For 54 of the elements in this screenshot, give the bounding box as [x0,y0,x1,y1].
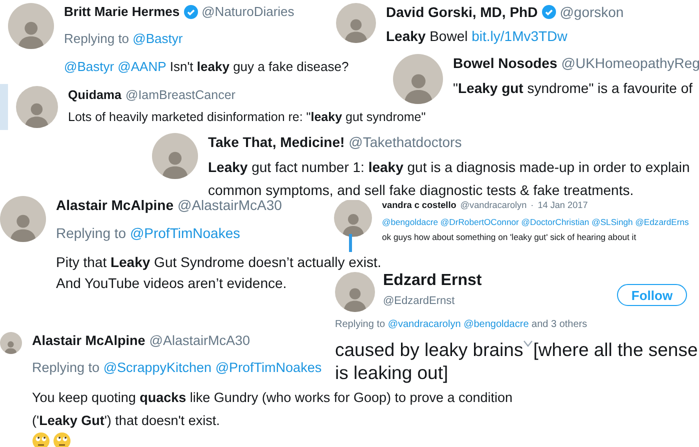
tweet-text: caused by leaky brains [where all the sense [335,338,698,361]
tweet-text: common symptoms, and sell fake diagnostic tests & fake treatments. [208,181,634,200]
mention-link[interactable]: @bengoldacre @DrRobertOConnor @DoctorChristian @SLSingh @EdzardErns [382,215,689,230]
tweet-text: "Leaky gut syndrome" is a favourite of [453,79,692,98]
user-handle[interactable]: @EdzardErnst [383,292,482,310]
tweet-text: Leaky Bowel bit.ly/1Mv3TDw [386,26,568,46]
tweet-text: ok guys how about something on 'leaky gut' sick of hearing about it [382,231,636,244]
caret-icon[interactable] [523,340,534,348]
avatar-placeholder[interactable] [336,3,376,43]
tweet-text: You keep quoting quacks like Gundry (who works for Goop) to prove a condition [32,389,513,407]
tweet-text: Pity that Leaky Gut Syndrome doesn’t actually exist. [56,253,382,272]
avatar-placeholder[interactable] [8,3,54,49]
mention-link[interactable]: @bengoldacre [464,319,529,330]
mention-link[interactable]: @ProfTimNoakes [215,360,322,375]
tweet-text: Lots of heavily marketed disinformation re: "leaky gut syndrome" [68,109,426,126]
tweet-link[interactable]: bit.ly/1Mv3TDw [472,26,568,46]
user-handle[interactable]: @UKHomeopathyReg [561,54,699,72]
user-handle[interactable]: @Takethatdoctors [348,133,462,151]
mention-link[interactable]: @ProfTimNoakes [130,225,240,241]
avatar-placeholder[interactable] [16,86,58,128]
user-handle[interactable]: @NaturoDiaries [202,3,294,21]
tweet-text: @Bastyr @AANP Isn't leaky guy a fake disease? [64,57,349,77]
user-handle[interactable]: @vandracarolyn [460,199,527,212]
user-handle[interactable]: @gorskon [560,3,624,21]
mention-link[interactable]: @Bastyr @AANP [64,57,166,77]
reply-context: Replying to @vandracarolyn @bengoldacre and 3 others [335,318,588,332]
user-name[interactable]: Alastair McAlpine [32,332,146,350]
user-name[interactable]: David Gorski, MD, PhD [386,3,538,21]
user-name[interactable]: Quidama [68,86,122,104]
user-name[interactable]: Take That, Medicine! [208,133,345,151]
avatar-placeholder[interactable] [393,54,443,104]
tweet-text: is leaking out] [335,361,448,384]
follow-button[interactable]: Follow [617,284,687,306]
mention-link[interactable]: @Bastyr [132,31,183,46]
user-handle[interactable]: @IamBreastCancer [126,86,236,104]
thread-line [349,234,352,252]
mention-link[interactable]: @vandracarolyn [388,319,461,330]
avatar-placeholder[interactable] [0,332,22,354]
user-handle[interactable]: @AlastairMcA30 [149,332,250,350]
user-name[interactable]: Britt Marie Hermes [64,3,180,21]
tweet-date[interactable]: 14 Jan 2017 [538,199,588,212]
user-name[interactable]: Alastair McAlpine [56,196,174,214]
avatar-placeholder[interactable] [152,133,198,179]
tweet-text: ('Leaky Gut') that doesn't exist. [32,412,220,430]
tweet-text: Leaky gut fact number 1: leaky gut is a diagnosis made-up in order to explain [208,158,690,177]
avatar-placeholder[interactable] [334,199,372,237]
user-name[interactable]: Bowel Nosodes [453,54,558,72]
tweet-text: And YouTube videos aren’t evidence. [56,274,287,293]
avatar-placeholder[interactable] [0,196,46,242]
separator-dot: · [530,199,534,212]
user-name[interactable]: vandra c costello [382,199,456,212]
avatar-placeholder[interactable] [335,272,375,312]
user-name[interactable]: Edzard Ernst [383,272,482,290]
mention-link[interactable]: @ScrappyKitchen [103,360,212,375]
